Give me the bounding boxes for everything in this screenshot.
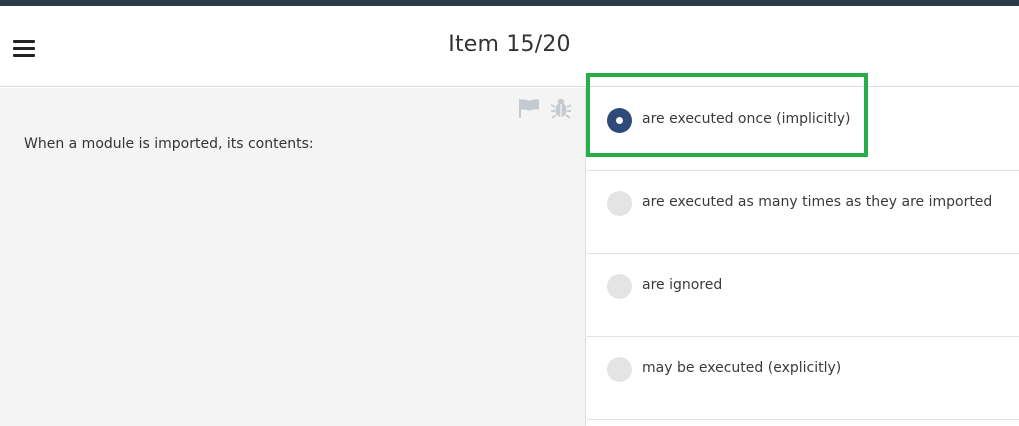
answer-label: are executed once (implicitly) — [642, 111, 851, 127]
question-pane: When a module is imported, its contents: — [0, 88, 586, 426]
page-title: Item 15/20 — [448, 32, 571, 57]
header: Item 15/20 — [0, 6, 1019, 87]
bug-icon[interactable] — [550, 97, 572, 119]
answer-label: may be executed (explicitly) — [642, 360, 842, 376]
answer-option-3[interactable]: are ignored — [587, 254, 1019, 337]
answer-option-4[interactable]: may be executed (explicitly) — [587, 337, 1019, 420]
answer-list: are executed once (implicitly) are execu… — [587, 88, 1019, 426]
question-tools — [518, 97, 572, 119]
answer-option-1[interactable]: are executed once (implicitly) — [587, 88, 1019, 171]
radio-button-selected[interactable] — [607, 108, 632, 133]
answer-label: are executed as many times as they are i… — [642, 194, 993, 210]
question-text: When a module is imported, its contents: — [24, 136, 314, 152]
answer-label: are ignored — [642, 277, 723, 293]
flag-icon[interactable] — [518, 97, 540, 119]
radio-button[interactable] — [607, 274, 632, 299]
answer-option-2[interactable]: are executed as many times as they are i… — [587, 171, 1019, 254]
radio-button[interactable] — [607, 191, 632, 216]
radio-button[interactable] — [607, 357, 632, 382]
